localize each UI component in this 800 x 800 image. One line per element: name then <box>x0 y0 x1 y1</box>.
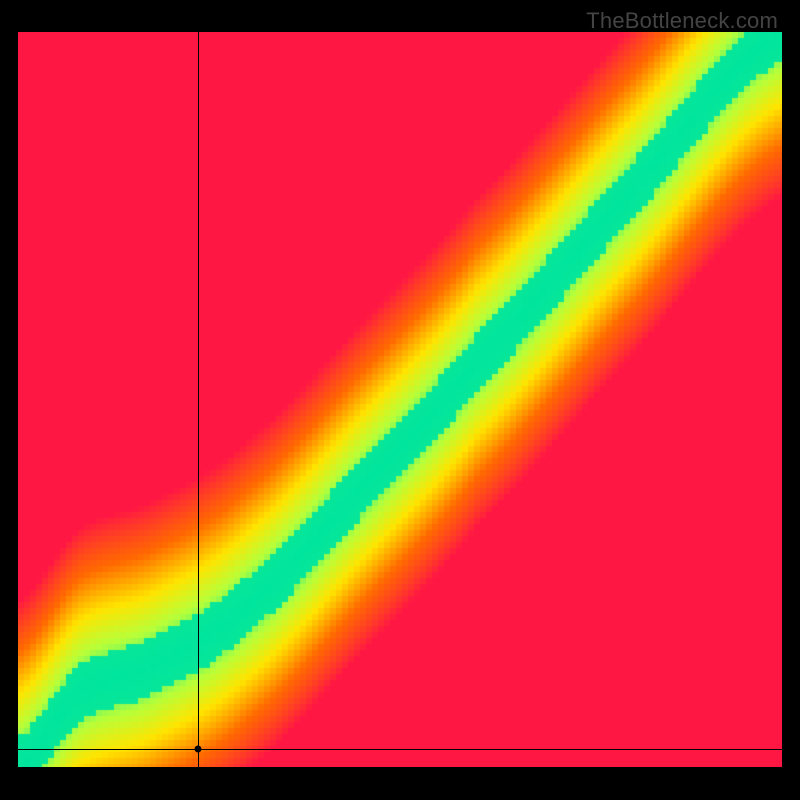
plot-area <box>18 32 782 767</box>
heatmap-canvas <box>18 32 782 767</box>
crosshair-vertical <box>198 32 199 767</box>
watermark-text: TheBottleneck.com <box>586 8 778 34</box>
crosshair-horizontal <box>18 749 782 750</box>
chart-container: TheBottleneck.com <box>0 0 800 800</box>
crosshair-point <box>194 745 201 752</box>
